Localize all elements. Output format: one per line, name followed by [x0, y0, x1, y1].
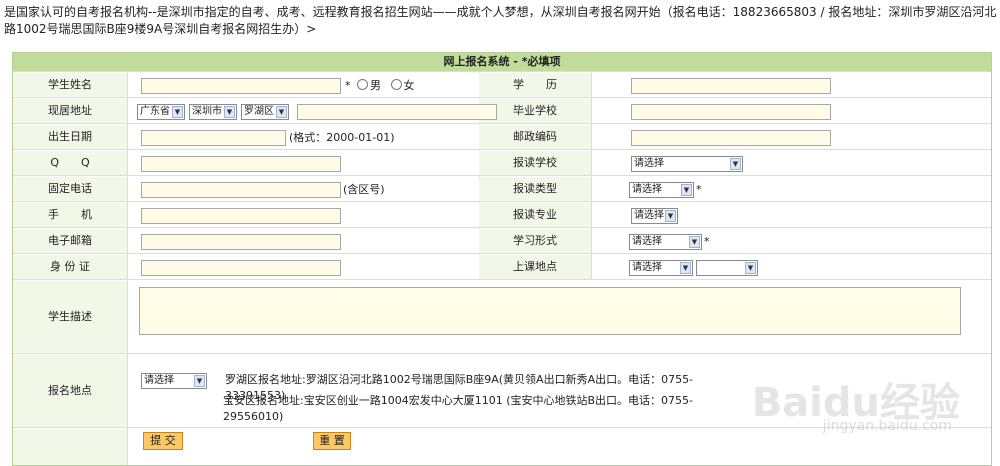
label-empty	[13, 429, 127, 465]
label-major: 报读专业	[479, 203, 591, 227]
chevron-down-icon: ▼	[730, 158, 741, 170]
grid-line	[13, 201, 991, 202]
chevron-down-icon: ▼	[172, 106, 183, 118]
student-name-input[interactable]	[141, 78, 341, 94]
grid-line	[13, 279, 991, 280]
submit-button[interactable]: 提 交	[143, 432, 183, 450]
chevron-down-icon: ▼	[194, 375, 205, 387]
grid-line	[591, 71, 592, 279]
required-asterisk: *	[704, 235, 710, 248]
label-id-card: 身 份 证	[13, 255, 127, 279]
chevron-down-icon: ▼	[276, 106, 287, 118]
label-class-location: 上课地点	[479, 255, 591, 279]
label-postal-code: 邮政编码	[479, 125, 591, 149]
graduated-school-input[interactable]	[631, 104, 831, 120]
chevron-down-icon: ▼	[680, 262, 691, 274]
chevron-down-icon: ▼	[681, 184, 692, 196]
grid-line	[13, 227, 991, 228]
label-study-mode: 学习形式	[479, 229, 591, 253]
label-email: 电子邮箱	[13, 229, 127, 253]
label-target-school: 报读学校	[479, 151, 591, 175]
label-registration-site: 报名地点	[13, 355, 127, 427]
label-program-type: 报读类型	[479, 177, 591, 201]
postal-code-input[interactable]	[631, 130, 831, 146]
baidu-watermark-url: jingyan.baidu.com	[822, 418, 952, 434]
male-radio[interactable]	[357, 79, 368, 90]
city-select[interactable]: 深圳市 ▼	[189, 104, 237, 120]
district-select[interactable]: 罗湖区 ▼	[241, 104, 289, 120]
education-input[interactable]	[631, 78, 831, 94]
email-input[interactable]	[141, 234, 341, 250]
landline-hint: (含区号)	[343, 183, 385, 196]
gender-radio-group: 男 女	[351, 78, 415, 94]
label-description: 学生描述	[13, 281, 127, 353]
birth-date-input[interactable]	[141, 130, 286, 146]
target-school-select[interactable]: 请选择 ▼	[631, 156, 743, 172]
landline-input[interactable]	[141, 182, 341, 198]
grid-line	[13, 149, 991, 150]
required-asterisk: *	[345, 79, 351, 92]
grid-line	[13, 253, 991, 254]
program-type-select[interactable]: 请选择 ▼	[629, 182, 694, 198]
intro-text: 是国家认可的自考报名机构--是深圳市指定的自考、成考、远程教育报名招生网站——成…	[4, 5, 997, 36]
male-label: 男	[370, 79, 381, 92]
label-education: 学 历	[479, 73, 591, 97]
major-select[interactable]: 请选择 ▼	[631, 208, 678, 224]
grid-line	[13, 97, 991, 98]
required-asterisk: *	[696, 183, 702, 196]
chevron-down-icon: ▼	[745, 262, 756, 274]
chevron-down-icon: ▼	[224, 106, 235, 118]
grid-line	[13, 71, 991, 72]
chevron-down-icon: ▼	[689, 236, 700, 248]
label-landline: 固定电话	[13, 177, 127, 201]
label-mobile: 手 机	[13, 203, 127, 227]
birth-date-hint: (格式：2000-01-01)	[289, 131, 395, 144]
street-address-input[interactable]	[297, 104, 497, 120]
mobile-input[interactable]	[141, 208, 341, 224]
label-student-name: 学生姓名	[13, 73, 127, 97]
id-card-input[interactable]	[141, 260, 341, 276]
grid-line	[13, 123, 991, 124]
description-textarea[interactable]	[139, 287, 961, 335]
reset-button[interactable]: 重 置	[313, 432, 351, 450]
class-location-sub-select[interactable]: ▼	[696, 260, 758, 276]
class-location-select[interactable]: 请选择 ▼	[629, 260, 693, 276]
label-qq: Q Q	[13, 151, 127, 175]
label-address: 现居地址	[13, 99, 127, 123]
chevron-down-icon: ▼	[665, 210, 676, 222]
grid-line	[127, 71, 128, 465]
female-label: 女	[403, 79, 415, 92]
form-title: 网上报名系统 - *必填项	[13, 53, 991, 71]
registration-site-select[interactable]: 请选择 ▼	[141, 373, 207, 389]
grid-line	[13, 353, 991, 354]
qq-input[interactable]	[141, 156, 341, 172]
province-select[interactable]: 广东省 ▼	[137, 104, 185, 120]
label-birth-date: 出生日期	[13, 125, 127, 149]
grid-line	[13, 175, 991, 176]
study-mode-select[interactable]: 请选择 ▼	[629, 234, 702, 250]
site-address-baoan: 宝安区报名地址:宝安区创业一路1004宏发中心大厦1101 (宝安中心地铁站B出…	[223, 394, 693, 423]
female-radio[interactable]	[390, 79, 402, 90]
